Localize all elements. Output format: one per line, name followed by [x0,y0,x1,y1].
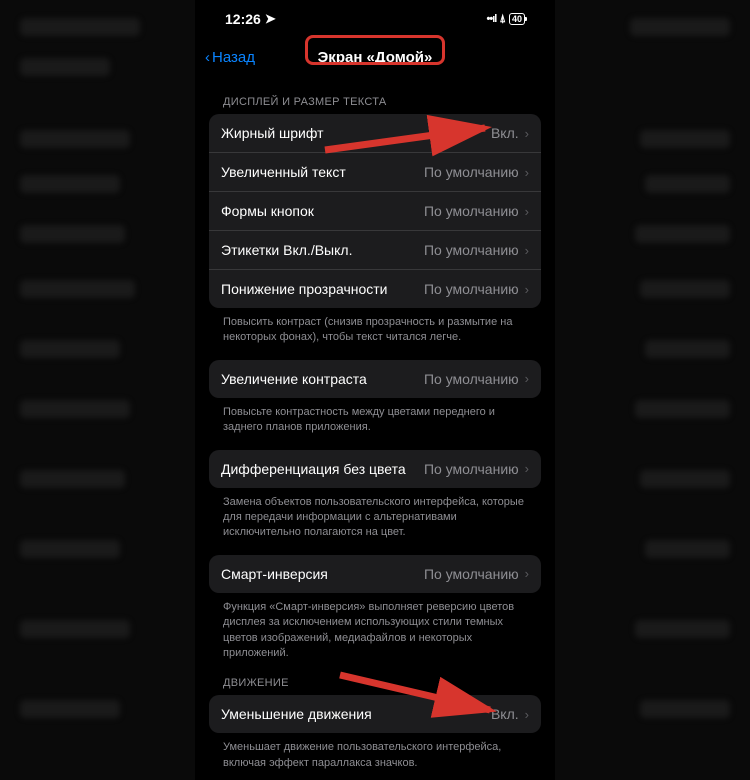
row-diff-color[interactable]: Дифференциация без цвета По умолчанию › [209,450,541,488]
footer-diff-color: Замена объектов пользовательского интерф… [209,488,541,543]
row-value: По умолчанию [424,461,519,477]
row-reduce-motion[interactable]: Уменьшение движения Вкл. › [209,695,541,733]
nav-bar: ‹ Назад Экран «Домой» [195,38,555,76]
footer-transparency: Повысить контраст (снизив прозрачность и… [209,308,541,348]
chevron-right-icon: › [525,165,529,180]
chevron-right-icon: › [525,243,529,258]
row-value: По умолчанию [424,203,519,219]
section-header-display: ДИСПЛЕЙ И РАЗМЕР ТЕКСТА [209,82,541,114]
row-value: Вкл. [491,706,519,722]
battery-icon: 40 [509,13,525,25]
back-button[interactable]: ‹ Назад [205,49,255,66]
footer-smart-invert: Функция «Смарт-инверсия» выполняет ревер… [209,593,541,664]
row-value: По умолчанию [424,242,519,258]
content: ДИСПЛЕЙ И РАЗМЕР ТЕКСТА Жирный шрифт Вкл… [195,76,555,779]
chevron-right-icon: › [525,282,529,297]
section-header-motion: ДВИЖЕНИЕ [209,663,541,695]
group-display: Жирный шрифт Вкл. › Увеличенный текст По… [209,114,541,308]
row-labels[interactable]: Этикетки Вкл./Выкл. По умолчанию › [209,231,541,270]
group-diff-color: Дифференциация без цвета По умолчанию › [209,450,541,488]
row-label: Уменьшение движения [221,706,372,722]
footer-contrast: Повысьте контрастность между цветами пер… [209,398,541,438]
chevron-right-icon: › [525,707,529,722]
chevron-right-icon: › [525,566,529,581]
chevron-left-icon: ‹ [205,49,210,66]
row-value: По умолчанию [424,281,519,297]
row-label: Понижение прозрачности [221,281,388,297]
back-label: Назад [212,49,255,66]
row-reduce-transparency[interactable]: Понижение прозрачности По умолчанию › [209,270,541,308]
row-button-shapes[interactable]: Формы кнопок По умолчанию › [209,192,541,231]
row-larger-text[interactable]: Увеличенный текст По умолчанию › [209,153,541,192]
page-title: Экран «Домой» [318,49,433,66]
chevron-right-icon: › [525,461,529,476]
location-icon: ➤ [265,11,276,27]
row-label: Формы кнопок [221,203,314,219]
row-label: Увеличение контраста [221,371,367,387]
row-smart-invert[interactable]: Смарт-инверсия По умолчанию › [209,555,541,593]
vpn-icon: ⍋ [499,13,506,26]
row-label: Дифференциация без цвета [221,461,406,477]
chevron-right-icon: › [525,126,529,141]
row-value: По умолчанию [424,164,519,180]
row-value: Вкл. [491,125,519,141]
group-smart-invert: Смарт-инверсия По умолчанию › [209,555,541,593]
chevron-right-icon: › [525,371,529,386]
row-bold-text[interactable]: Жирный шрифт Вкл. › [209,114,541,153]
row-label: Увеличенный текст [221,164,346,180]
row-label: Этикетки Вкл./Выкл. [221,242,352,258]
group-motion: Уменьшение движения Вкл. › [209,695,541,733]
group-contrast: Увеличение контраста По умолчанию › [209,360,541,398]
signal-icon: ••ıl [487,13,497,25]
row-value: По умолчанию [424,566,519,582]
phone-screen: 12:26 ➤ ••ıl ⍋ 40 ‹ Назад Экран «Домой» … [195,0,555,780]
row-label: Жирный шрифт [221,125,324,141]
chevron-right-icon: › [525,204,529,219]
row-value: По умолчанию [424,371,519,387]
row-label: Смарт-инверсия [221,566,328,582]
status-bar: 12:26 ➤ ••ıl ⍋ 40 [195,0,555,38]
status-time: 12:26 [225,11,261,27]
row-contrast[interactable]: Увеличение контраста По умолчанию › [209,360,541,398]
footer-reduce-motion: Уменьшает движение пользовательского инт… [209,733,541,773]
